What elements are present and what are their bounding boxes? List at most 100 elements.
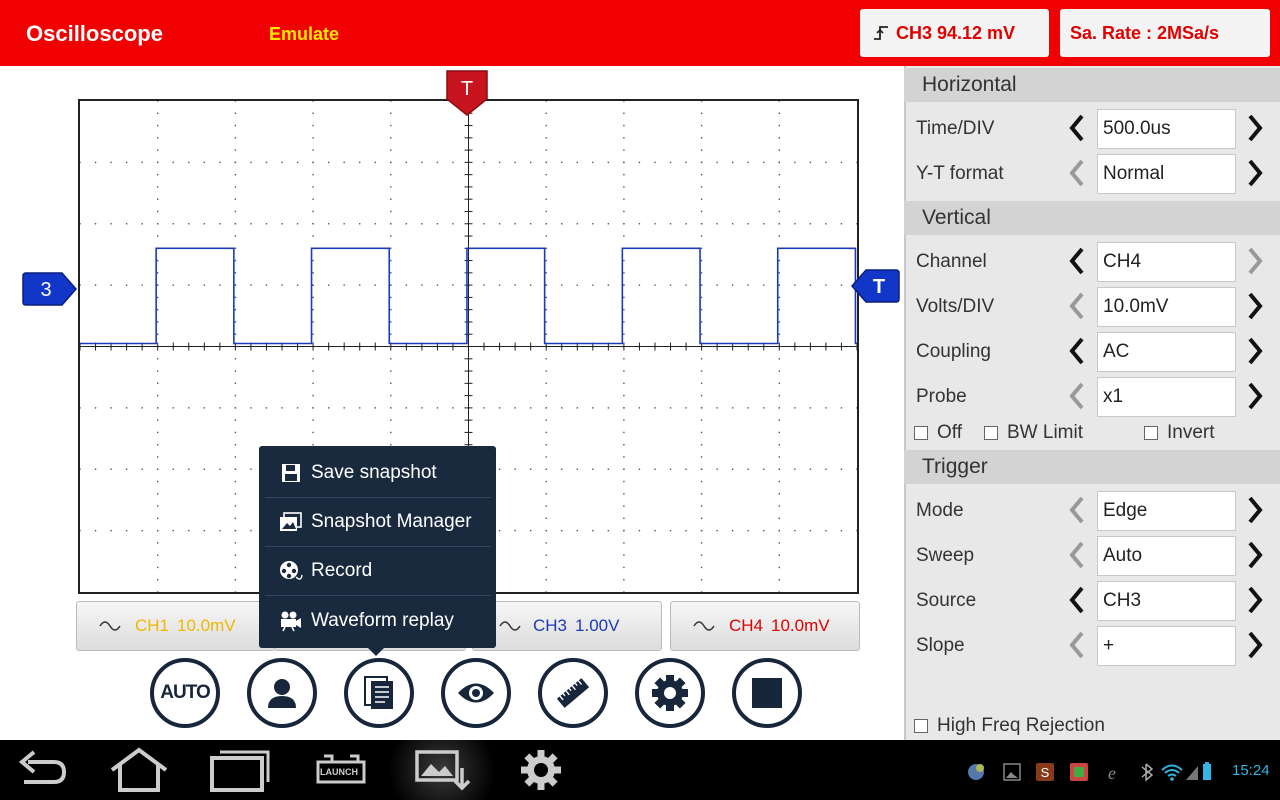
grid-dot [623, 333, 625, 335]
source-value[interactable]: CH3 [1097, 581, 1236, 621]
yt-format-next-arrow-icon[interactable] [1244, 157, 1266, 189]
grid-dot [623, 407, 625, 409]
settings-button[interactable] [635, 658, 705, 728]
grid-dot [390, 284, 392, 286]
s-app-icon: S [1036, 763, 1054, 781]
grid-dot [390, 161, 392, 164]
grid-dot [825, 468, 827, 470]
grid-dot [669, 161, 672, 164]
grid-dot [747, 284, 749, 286]
grid-dot [234, 419, 237, 421]
screenshot-button[interactable] [372, 740, 512, 800]
coupling-prev-arrow-icon[interactable] [1066, 335, 1088, 367]
grid-dot [436, 284, 439, 286]
grid-dot [623, 566, 625, 569]
channel-3-offset-marker[interactable]: 3 [22, 271, 78, 307]
grid-dot [623, 591, 625, 592]
grid-dot [545, 370, 547, 372]
menu-item-waveform-replay[interactable]: Waveform replay [265, 596, 491, 645]
document-button[interactable] [344, 658, 414, 728]
source-next-arrow-icon[interactable] [1244, 584, 1266, 616]
grid-dot [778, 333, 780, 335]
time-div-value[interactable]: 500.0us [1097, 109, 1236, 149]
settings-gear-icon[interactable] [518, 746, 564, 794]
coupling-value[interactable]: AC [1097, 332, 1236, 372]
grid-dot [794, 468, 796, 470]
grid-dot [623, 493, 625, 495]
trigger-readout-button[interactable]: CH3 94.12 mV [860, 9, 1049, 57]
volts-div-next-arrow-icon[interactable] [1244, 290, 1266, 322]
grid-dot [731, 468, 734, 470]
grid-dot [421, 284, 423, 286]
grid-dot [623, 198, 625, 200]
view-button[interactable] [441, 658, 511, 728]
sample-rate-button[interactable]: Sa. Rate : 2MSa/s [1060, 9, 1270, 57]
menu-item-snapshot-manager[interactable]: Snapshot Manager [265, 498, 491, 547]
grid-dot [94, 468, 97, 470]
grid-dot [700, 529, 703, 532]
grid-dot [623, 370, 625, 372]
grid-dot [669, 223, 672, 225]
probe-value[interactable]: x1 [1097, 377, 1236, 417]
grid-dot [623, 517, 625, 520]
grid-dot [747, 468, 749, 470]
home-icon[interactable] [108, 746, 170, 794]
time-div-prev-arrow-icon[interactable] [1066, 112, 1088, 144]
grid-dot [483, 407, 485, 409]
high-freq-rejection-checkbox[interactable]: High Freq Rejection [914, 715, 1105, 737]
auto-button[interactable]: AUTO [150, 658, 220, 728]
slope-next-arrow-icon[interactable] [1244, 629, 1266, 661]
slope-value[interactable]: + [1097, 626, 1236, 666]
grid-dot [545, 259, 547, 262]
probe-next-arrow-icon[interactable] [1244, 380, 1266, 412]
grid-dot [498, 468, 501, 470]
grid-dot [778, 517, 780, 520]
channel-1-button[interactable]: CH1 10.0mV [76, 601, 275, 651]
sweep-value[interactable]: Auto [1097, 536, 1236, 576]
menu-item-save-snapshot[interactable]: Save snapshot [265, 449, 491, 498]
grid-dot [545, 161, 547, 164]
grid-dot [157, 542, 159, 544]
grid-dot [763, 529, 765, 532]
grid-dot [623, 394, 625, 397]
off-checkbox[interactable]: Off [914, 422, 962, 444]
launch-button[interactable]: LAUNCH [310, 752, 372, 788]
invert-checkbox[interactable]: Invert [1144, 422, 1215, 444]
trigger-position-marker[interactable]: T [445, 69, 489, 117]
sweep-next-arrow-icon[interactable] [1244, 539, 1266, 571]
channel-prev-arrow-icon[interactable] [1066, 245, 1088, 277]
grid-dot [778, 542, 780, 544]
emulate-mode-label[interactable]: Emulate [269, 24, 339, 45]
grid-dot [623, 137, 625, 139]
grid-dot [623, 431, 625, 434]
mode-value[interactable]: Edge [1097, 491, 1236, 531]
mode-next-arrow-icon[interactable] [1244, 494, 1266, 526]
volts-div-value[interactable]: 10.0mV [1097, 287, 1236, 327]
coupling-next-arrow-icon[interactable] [1244, 335, 1266, 367]
grid-dot [856, 223, 857, 225]
channel-value[interactable]: CH4 [1097, 242, 1236, 282]
grid-dot [576, 161, 578, 164]
trigger-level-marker[interactable]: T [850, 268, 900, 304]
grid-dot [234, 223, 237, 225]
grid-dot [794, 529, 796, 532]
grid-dot [359, 407, 361, 409]
back-icon[interactable] [12, 746, 68, 794]
recent-apps-icon[interactable] [208, 746, 272, 794]
user-button[interactable] [247, 658, 317, 728]
channel-4-button[interactable]: CH4 10.0mV [670, 601, 860, 651]
channel-marker-label: 3 [40, 279, 51, 301]
grid-dot [405, 223, 408, 225]
time-div-next-arrow-icon[interactable] [1244, 112, 1266, 144]
trigger-section-header: Trigger [904, 450, 1280, 484]
grid-dot [607, 468, 610, 470]
grid-dot [731, 223, 734, 225]
source-prev-arrow-icon[interactable] [1066, 584, 1088, 616]
menu-item-record[interactable]: Record [265, 547, 491, 596]
stop-button[interactable] [732, 658, 802, 728]
bw-limit-checkbox[interactable]: BW Limit [984, 422, 1083, 444]
measure-button[interactable] [538, 658, 608, 728]
yt-format-value[interactable]: Normal [1097, 154, 1236, 194]
grid-dot [172, 223, 174, 225]
channel-3-button[interactable]: CH3 1.00V [472, 601, 662, 651]
